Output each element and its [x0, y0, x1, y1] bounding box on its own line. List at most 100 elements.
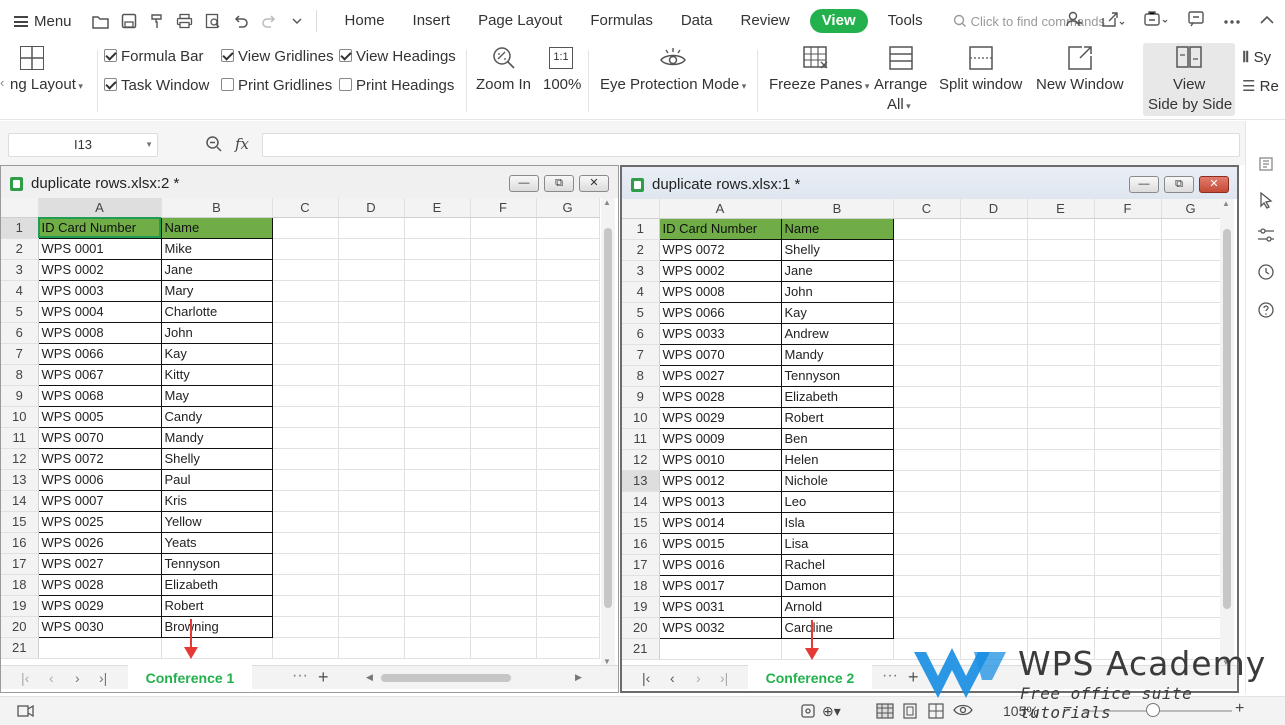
grid-cell[interactable]: [470, 322, 537, 344]
grid-cell[interactable]: [960, 365, 1028, 387]
grid-cell[interactable]: [338, 511, 405, 533]
data-cell[interactable]: WPS 0030: [37, 615, 162, 638]
grid-cell[interactable]: [893, 617, 961, 639]
row-header[interactable]: 7: [622, 344, 660, 366]
more-options-icon[interactable]: [1223, 12, 1241, 30]
data-cell[interactable]: WPS 0070: [658, 343, 782, 366]
next-sheet-icon[interactable]: ›: [696, 670, 701, 686]
grid-cell[interactable]: [536, 217, 600, 239]
grid-cell[interactable]: [404, 595, 471, 617]
grid-cell[interactable]: [272, 553, 339, 575]
grid-cell[interactable]: [1094, 533, 1162, 555]
data-cell[interactable]: Helen: [780, 448, 894, 471]
prev-sheet-icon[interactable]: ‹: [49, 670, 54, 686]
grid-cell[interactable]: [404, 217, 471, 239]
grid-cell[interactable]: [893, 239, 961, 261]
grid-cell[interactable]: [404, 280, 471, 302]
grid-cell[interactable]: [960, 260, 1028, 282]
data-cell[interactable]: WPS 0017: [658, 574, 782, 597]
grid-cell[interactable]: [338, 595, 405, 617]
row-header[interactable]: 11: [622, 428, 660, 450]
data-cell[interactable]: WPS 0031: [658, 595, 782, 618]
grid-cell[interactable]: [338, 217, 405, 239]
tab-data[interactable]: Data: [667, 9, 727, 33]
data-cell[interactable]: WPS 0072: [658, 238, 782, 261]
grid-cell[interactable]: [404, 301, 471, 323]
row-header[interactable]: 9: [1, 385, 39, 407]
filter-panel-icon[interactable]: [1257, 156, 1275, 174]
grid-cell[interactable]: [1161, 554, 1221, 576]
data-cell[interactable]: WPS 0013: [658, 490, 782, 513]
column-header-c[interactable]: C: [893, 199, 961, 219]
grid-cell[interactable]: [1094, 365, 1162, 387]
print-headings-checkbox[interactable]: Print Headings: [339, 77, 454, 94]
data-cell[interactable]: Yellow: [160, 510, 273, 533]
grid-cell[interactable]: [1161, 218, 1221, 240]
data-cell[interactable]: WPS 0028: [658, 385, 782, 408]
grid-cell[interactable]: [470, 553, 537, 575]
more-sheets-icon[interactable]: ···: [882, 667, 898, 685]
grid-cell[interactable]: [1027, 470, 1095, 492]
grid-cell[interactable]: [470, 511, 537, 533]
eye-protection-button[interactable]: Eye Protection Mode ▾: [600, 76, 746, 93]
name-box[interactable]: I13 ▼: [8, 133, 158, 157]
grid-cell[interactable]: [893, 218, 961, 240]
more-sheets-icon[interactable]: ···: [292, 667, 308, 685]
grid-cell[interactable]: [470, 238, 537, 260]
row-header[interactable]: 17: [622, 554, 660, 576]
grid-cell[interactable]: [1094, 218, 1162, 240]
data-cell[interactable]: Kay: [780, 301, 894, 324]
data-cell[interactable]: Mandy: [780, 343, 894, 366]
grid-cell[interactable]: [893, 512, 961, 534]
column-header-a[interactable]: A: [659, 199, 782, 219]
add-sheet-icon[interactable]: +: [318, 667, 329, 688]
row-header[interactable]: 14: [1, 490, 39, 512]
grid-cell[interactable]: [38, 637, 162, 659]
grid-cell[interactable]: [1027, 449, 1095, 471]
grid-cell[interactable]: [1161, 323, 1221, 345]
grid-cell[interactable]: [338, 385, 405, 407]
data-cell[interactable]: WPS 0028: [37, 573, 162, 596]
grid-cell[interactable]: [1161, 470, 1221, 492]
data-cell[interactable]: Mike: [160, 237, 273, 260]
tab-tools[interactable]: Tools: [874, 9, 937, 33]
grid-cell[interactable]: [338, 532, 405, 554]
grid-cell[interactable]: [893, 323, 961, 345]
grid-cell[interactable]: [338, 616, 405, 638]
grid-cell[interactable]: [893, 596, 961, 618]
data-cell[interactable]: Mary: [160, 279, 273, 302]
grid-cell[interactable]: [1027, 533, 1095, 555]
row-header[interactable]: 9: [622, 386, 660, 408]
grid-cell[interactable]: [781, 638, 894, 660]
tab-review[interactable]: Review: [727, 9, 804, 33]
grid-cell[interactable]: [536, 616, 600, 638]
grid-cell[interactable]: [404, 238, 471, 260]
grid-cell[interactable]: [404, 427, 471, 449]
tab-formulas[interactable]: Formulas: [576, 9, 667, 33]
data-cell[interactable]: WPS 0004: [37, 300, 162, 323]
data-cell[interactable]: WPS 0066: [37, 342, 162, 365]
grid-cell[interactable]: [272, 532, 339, 554]
sheet-tab-conference-2[interactable]: Conference 2: [748, 665, 872, 690]
row-header[interactable]: 15: [1, 511, 39, 533]
grid-cell[interactable]: [1094, 491, 1162, 513]
grid-cell[interactable]: [659, 638, 782, 660]
grid-cell[interactable]: [893, 344, 961, 366]
grid-cell[interactable]: [536, 511, 600, 533]
freeze-panes-button[interactable]: Freeze Panes ▾: [769, 76, 869, 93]
grid-cell[interactable]: [536, 301, 600, 323]
restore-button[interactable]: ⧉: [1164, 176, 1194, 193]
data-cell[interactable]: Damon: [780, 574, 894, 597]
horizontal-scroll-thumb[interactable]: [381, 674, 511, 682]
grid-cell[interactable]: [1094, 596, 1162, 618]
data-cell[interactable]: Kris: [160, 489, 273, 512]
grid-cell[interactable]: [1161, 386, 1221, 408]
grid-cell[interactable]: [893, 554, 961, 576]
grid-cell[interactable]: [404, 448, 471, 470]
grid-cell[interactable]: [1027, 344, 1095, 366]
grid-cell[interactable]: [1161, 428, 1221, 450]
view-gridlines-checkbox[interactable]: View Gridlines: [221, 48, 334, 65]
grid-cell[interactable]: [338, 469, 405, 491]
data-cell[interactable]: WPS 0015: [658, 532, 782, 555]
data-cell[interactable]: WPS 0070: [37, 426, 162, 449]
